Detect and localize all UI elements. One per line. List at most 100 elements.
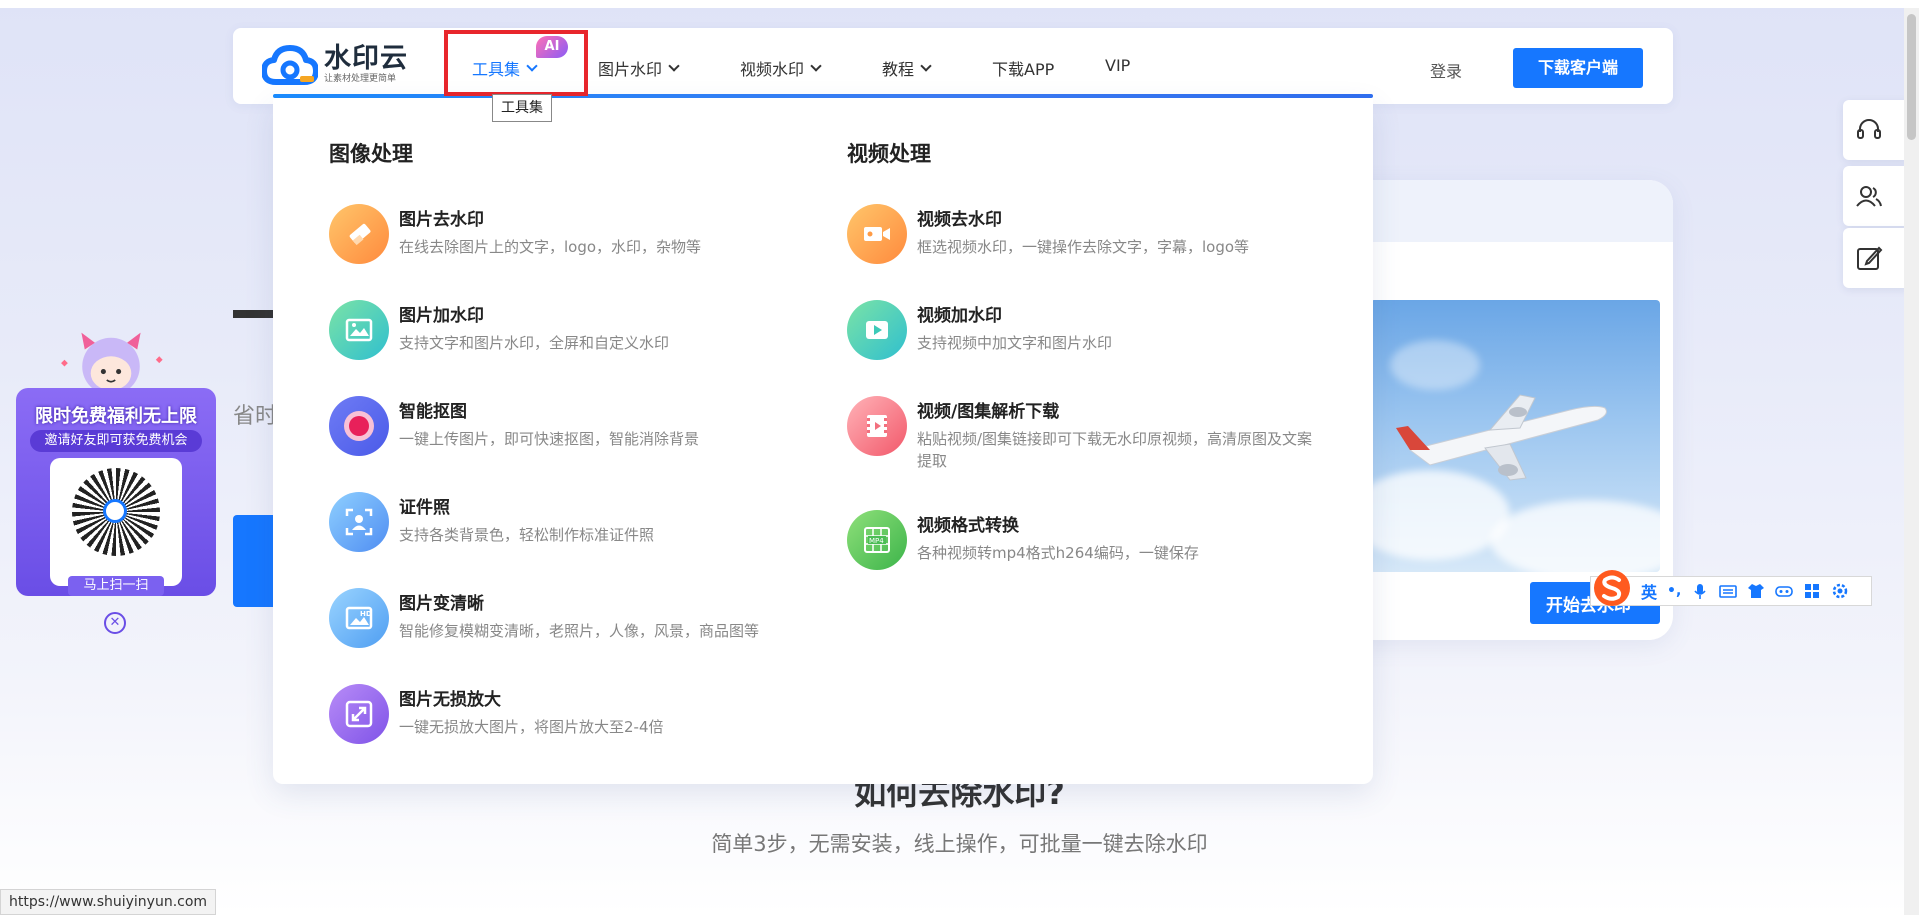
tool-name: 图片无损放大 xyxy=(399,690,501,710)
nav-item-label: 图片水印 xyxy=(598,60,663,79)
airplane-icon xyxy=(1396,394,1607,481)
close-icon[interactable]: ✕ xyxy=(104,612,126,634)
browser-top-strip xyxy=(0,0,1919,8)
tool-name: 智能抠图 xyxy=(399,402,467,422)
nav-item-label: 下载APP xyxy=(992,60,1055,79)
tool-name: 图片加水印 xyxy=(399,306,484,326)
hero-title-fragment xyxy=(233,310,273,318)
tool-smart-cutout[interactable]: 智能抠图 一键上传图片，即可快速抠图，智能消除背景 xyxy=(329,396,809,456)
nav-item-vip[interactable]: VIP xyxy=(1105,56,1130,75)
login-link[interactable]: 登录 xyxy=(1430,58,1462,82)
tool-desc: 支持各类背景色，轻松制作标准证件照 xyxy=(399,526,655,544)
nav-item-video-watermark[interactable]: 视频水印 xyxy=(740,56,822,80)
tool-desc: 智能修复模糊变清晰，老照片，人像，风景，商品图等 xyxy=(399,622,760,640)
tool-name: 证件照 xyxy=(399,498,450,518)
tool-desc: 各种视频转mp4格式h264编码，一键保存 xyxy=(917,544,1199,562)
page-scrollbar[interactable] xyxy=(1904,8,1919,915)
download-client-button[interactable]: 下载客户端 xyxy=(1513,48,1643,88)
customer-service-button[interactable] xyxy=(1843,100,1909,160)
gamepad-icon[interactable] xyxy=(1775,582,1794,600)
community-button[interactable] xyxy=(1843,166,1909,226)
promo-widget[interactable]: 限时免费福利无上限 邀请好友即可获免费机会 马上扫一扫 xyxy=(16,318,216,598)
nav-tooltip: 工具集 xyxy=(492,94,552,122)
id-photo-icon xyxy=(329,492,389,552)
tool-name: 视频格式转换 xyxy=(917,516,1019,536)
eraser-icon xyxy=(329,204,389,264)
chevron-down-icon xyxy=(668,60,680,72)
nav-item-tutorial[interactable]: 教程 xyxy=(882,56,932,80)
qr-code xyxy=(50,458,182,586)
brand-logo[interactable]: 水印云 让素材处理更简单 xyxy=(262,42,408,88)
tool-name: 视频去水印 xyxy=(917,210,1002,230)
mp4-icon: MP4 xyxy=(847,510,907,570)
tool-video-format-convert[interactable]: MP4 视频格式转换 各种视频转mp4格式h264编码，一键保存 xyxy=(847,510,1327,570)
skin-icon[interactable] xyxy=(1747,582,1765,600)
cloud-logo-icon xyxy=(262,45,318,85)
ime-language[interactable]: 英 xyxy=(1641,579,1657,603)
tool-video-remove-watermark[interactable]: 视频去水印 框选视频水印，一键操作去除文字，字幕，logo等 xyxy=(847,204,1327,264)
how-section-subtitle: 简单3步，无需安装，线上操作，可批量一键去除水印 xyxy=(711,832,1208,856)
hero-upload-button-fragment[interactable] xyxy=(233,515,273,607)
film-icon xyxy=(847,396,907,456)
image-processing-title: 图像处理 xyxy=(329,142,413,166)
tool-desc: 一键上传图片，即可快速抠图，智能消除背景 xyxy=(399,430,700,448)
highlight-box xyxy=(444,30,588,96)
nav-item-image-watermark[interactable]: 图片水印 xyxy=(598,56,680,80)
headset-icon xyxy=(1857,119,1881,139)
tool-image-enhance[interactable]: HD 图片变清晰 智能修复模糊变清晰，老照片，人像，风景，商品图等 xyxy=(329,588,809,648)
users-icon xyxy=(1856,186,1882,207)
brand-slogan: 让素材处理更简单 xyxy=(324,74,397,84)
tool-name: 视频/图集解析下载 xyxy=(917,402,1060,422)
tool-desc: 框选视频水印，一键操作去除文字，字幕，logo等 xyxy=(917,238,1250,256)
nav-item-label: 教程 xyxy=(882,60,915,79)
ime-punctuation[interactable]: •, xyxy=(1667,583,1681,599)
tool-id-photo[interactable]: 证件照 支持各类背景色，轻松制作标准证件照 xyxy=(329,492,809,552)
tool-name: 图片变清晰 xyxy=(399,594,484,614)
nav-item-download-app[interactable]: 下载APP xyxy=(992,56,1054,80)
chevron-down-icon xyxy=(920,60,932,72)
brand-name: 水印云 xyxy=(324,43,408,74)
tool-desc: 粘贴视频/图集链接即可下载无水印原视频，高清原图及文案提取 xyxy=(917,430,1313,470)
status-url-bar: https://www.shuiyinyun.com xyxy=(0,889,217,915)
tool-desc: 支持文字和图片水印，全屏和自定义水印 xyxy=(399,334,670,352)
microphone-icon[interactable] xyxy=(1691,582,1709,600)
settings-icon[interactable] xyxy=(1831,582,1849,600)
promo-subtitle: 邀请好友即可获免费机会 xyxy=(30,430,202,452)
video-processing-title: 视频处理 xyxy=(847,142,931,166)
tools-dropdown-panel: 图像处理 视频处理 图片去水印 在线去除图片上的文字，logo，水印，杂物等 图… xyxy=(273,98,1373,784)
scrollbar-thumb[interactable] xyxy=(1907,14,1916,140)
enlarge-icon xyxy=(329,684,389,744)
sogou-logo-icon[interactable] xyxy=(1592,568,1632,608)
tool-desc: 一键无损放大图片，将图片放大至2-4倍 xyxy=(399,718,664,736)
tool-desc: 支持视频中加文字和图片水印 xyxy=(917,334,1113,352)
tool-video-add-watermark[interactable]: 视频加水印 支持视频中加文字和图片水印 xyxy=(847,300,1327,360)
promo-title: 限时免费福利无上限 xyxy=(35,406,197,427)
tool-image-upscale[interactable]: 图片无损放大 一键无损放大图片，将图片放大至2-4倍 xyxy=(329,684,809,744)
chevron-down-icon xyxy=(810,60,822,72)
hero-subtitle-fragment: 省时 xyxy=(233,404,278,429)
image-icon xyxy=(329,300,389,360)
scan-label: 马上扫一扫 xyxy=(68,576,164,596)
feedback-button[interactable] xyxy=(1843,228,1909,288)
nav-item-label: VIP xyxy=(1105,56,1131,75)
mascot-icon xyxy=(61,332,163,396)
cutout-icon xyxy=(329,396,389,456)
tool-desc: 在线去除图片上的文字，logo，水印，杂物等 xyxy=(399,238,702,256)
svg-text:MP4: MP4 xyxy=(869,537,884,545)
tool-name: 图片去水印 xyxy=(399,210,484,230)
tool-image-remove-watermark[interactable]: 图片去水印 在线去除图片上的文字，logo，水印，杂物等 xyxy=(329,204,809,264)
nav-item-label: 视频水印 xyxy=(740,60,805,79)
play-icon xyxy=(847,300,907,360)
tool-name: 视频加水印 xyxy=(917,306,1002,326)
tool-image-add-watermark[interactable]: 图片加水印 支持文字和图片水印，全屏和自定义水印 xyxy=(329,300,809,360)
svg-text:HD: HD xyxy=(360,610,372,618)
keyboard-icon[interactable] xyxy=(1719,582,1738,600)
tool-video-parse-download[interactable]: 视频/图集解析下载 粘贴视频/图集链接即可下载无水印原视频，高清原图及文案提取 xyxy=(847,396,1327,472)
demo-photo-airplane xyxy=(1370,300,1660,572)
ime-toolbar[interactable]: 英 •, xyxy=(1590,576,1872,606)
hd-image-icon: HD xyxy=(329,588,389,648)
video-camera-icon xyxy=(847,204,907,264)
qr-logo-icon xyxy=(103,499,127,523)
edit-icon xyxy=(1857,246,1883,270)
apps-grid-icon[interactable] xyxy=(1803,582,1821,600)
